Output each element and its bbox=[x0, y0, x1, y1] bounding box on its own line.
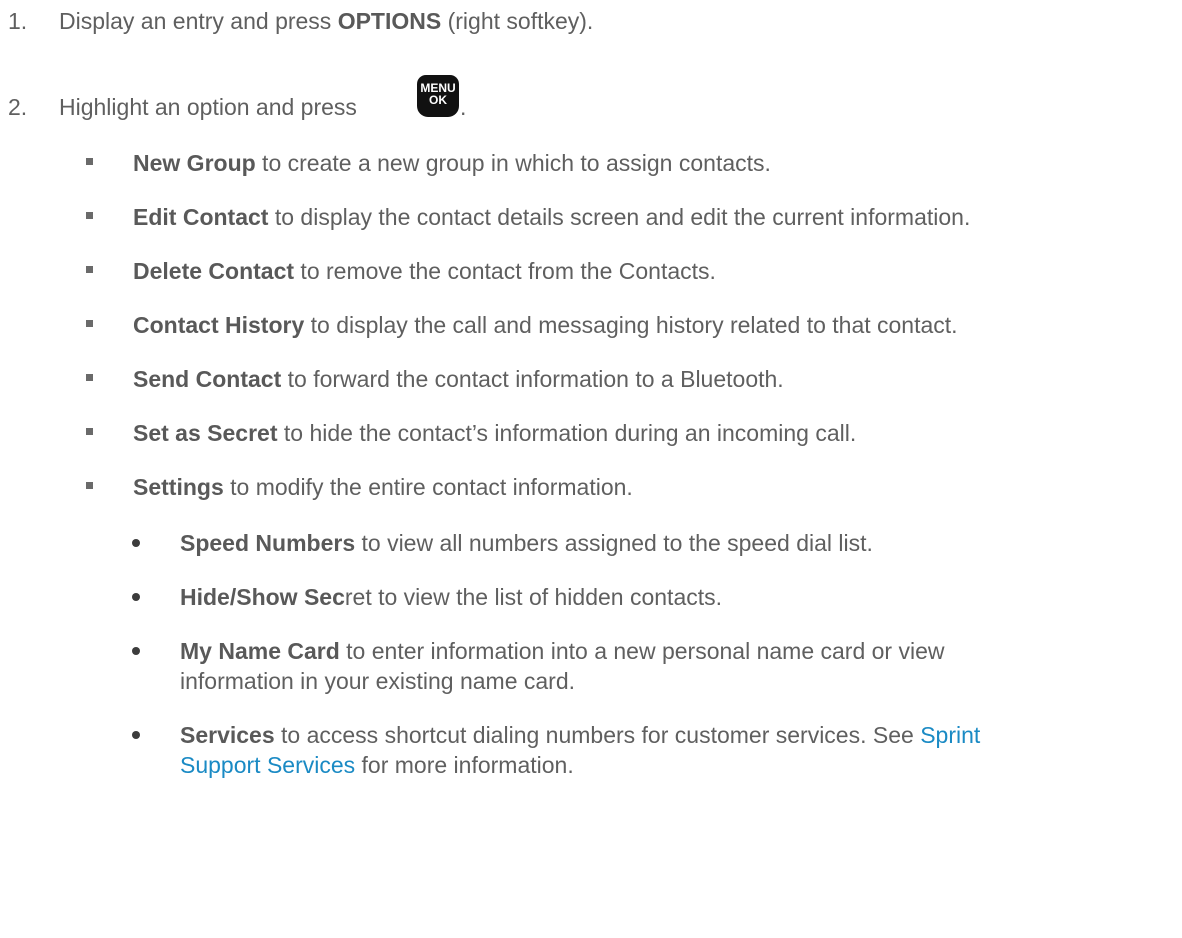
list-item: Hide/Show Secret to view the list of hid… bbox=[180, 584, 722, 611]
bullet-square-icon bbox=[86, 482, 93, 489]
bullet-dot-icon bbox=[132, 539, 140, 547]
list-item: Delete Contact to remove the contact fro… bbox=[133, 258, 716, 285]
list-item-continuation: information in your existing name card. bbox=[180, 668, 575, 695]
setting-name: Speed Numbers bbox=[180, 530, 356, 556]
setting-desc: for more information. bbox=[355, 752, 574, 778]
option-desc: to hide the contact’s information during… bbox=[277, 420, 857, 446]
list-item: Services to access shortcut dialing numb… bbox=[180, 722, 980, 749]
option-desc: to display the call and messaging histor… bbox=[304, 312, 958, 338]
bullet-square-icon bbox=[86, 212, 93, 219]
setting-desc: to enter information into a new personal… bbox=[339, 638, 945, 664]
setting-desc: ret to view the list of hidden contacts. bbox=[344, 584, 723, 610]
option-name: Contact History bbox=[133, 312, 305, 338]
list-item: Edit Contact to display the contact deta… bbox=[133, 204, 970, 231]
menu-ok-key-icon: MENU OK bbox=[417, 75, 459, 117]
step-number: 2. bbox=[8, 94, 28, 120]
list-item: Settings to modify the entire contact in… bbox=[133, 474, 633, 501]
option-name: Send Contact bbox=[133, 366, 282, 392]
ok-key-label: OK bbox=[429, 93, 447, 107]
setting-desc: to access shortcut dialing numbers for c… bbox=[274, 722, 921, 748]
setting-name: My Name Card bbox=[180, 638, 340, 664]
bullet-dot-icon bbox=[132, 647, 140, 655]
bullet-dot-icon bbox=[132, 593, 140, 601]
list-item: Send Contact to forward the contact info… bbox=[133, 366, 784, 393]
bullet-square-icon bbox=[86, 428, 93, 435]
option-name: Set as Secret bbox=[133, 420, 278, 446]
step-text: (right softkey). bbox=[441, 8, 594, 34]
option-desc: to display the contact details screen an… bbox=[268, 204, 971, 230]
bullet-dot-icon bbox=[132, 731, 140, 739]
step-bold: OPTIONS bbox=[337, 8, 442, 34]
sprint-support-link[interactable]: Sprint bbox=[920, 722, 980, 748]
list-item: Contact History to display the call and … bbox=[133, 312, 958, 339]
option-name: New Group bbox=[133, 150, 256, 176]
bullet-square-icon bbox=[86, 266, 93, 273]
step-text: Display an entry and press bbox=[59, 8, 338, 34]
option-name: Delete Contact bbox=[133, 258, 295, 284]
setting-name: Services bbox=[180, 722, 275, 748]
option-desc: to create a new group in which to assign… bbox=[255, 150, 771, 176]
step-text: . bbox=[460, 94, 467, 120]
option-desc: to forward the contact information to a … bbox=[281, 366, 784, 392]
option-desc: to modify the entire contact information… bbox=[223, 474, 633, 500]
list-item: Speed Numbers to view all numbers assign… bbox=[180, 530, 873, 557]
option-desc: to remove the contact from the Contacts. bbox=[294, 258, 716, 284]
list-item: Set as Secret to hide the contact’s info… bbox=[133, 420, 856, 447]
setting-desc: information in your existing name card. bbox=[180, 668, 576, 694]
step-text: Highlight an option and press bbox=[59, 94, 357, 120]
list-item-continuation: Support Services for more information. bbox=[180, 752, 574, 779]
option-name: Edit Contact bbox=[133, 204, 269, 230]
list-item: New Group to create a new group in which… bbox=[133, 150, 771, 177]
list-item: My Name Card to enter information into a… bbox=[180, 638, 945, 665]
sprint-support-link[interactable]: Support Services bbox=[180, 752, 355, 778]
setting-desc: to view all numbers assigned to the spee… bbox=[355, 530, 873, 556]
bullet-square-icon bbox=[86, 158, 93, 165]
bullet-square-icon bbox=[86, 374, 93, 381]
step-number: 1. bbox=[8, 8, 28, 34]
setting-name: Hide/Show Sec bbox=[180, 584, 345, 610]
option-name: Settings bbox=[133, 474, 224, 500]
bullet-square-icon bbox=[86, 320, 93, 327]
